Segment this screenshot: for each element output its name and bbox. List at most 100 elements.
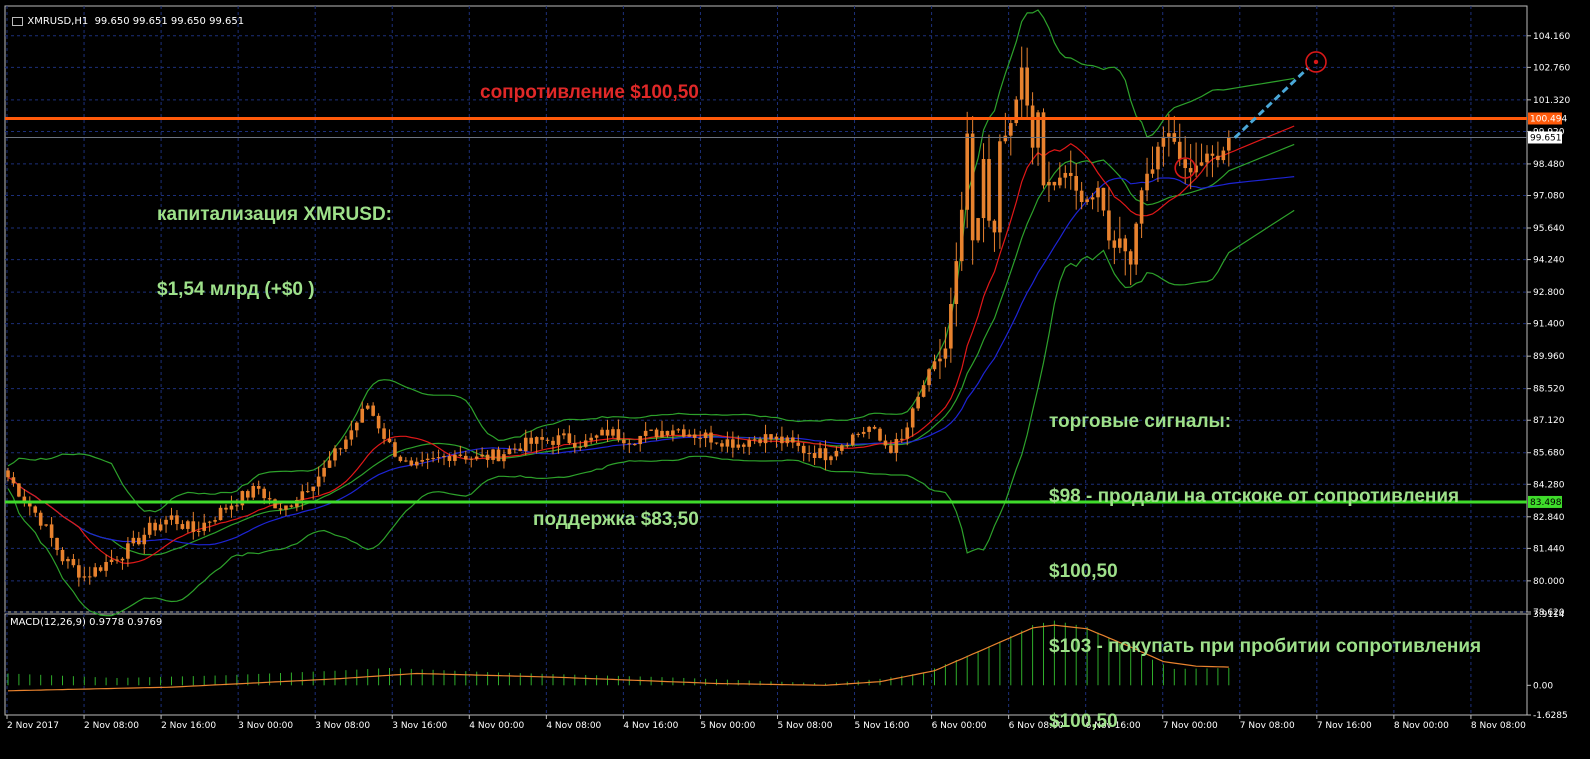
candle-body — [1058, 177, 1062, 186]
candle-body — [207, 521, 212, 523]
candle-body — [480, 454, 484, 457]
candle-body — [698, 437, 702, 439]
target-dot — [1313, 59, 1319, 65]
candle-body — [818, 448, 822, 458]
candle-body — [235, 505, 239, 507]
candle-body — [992, 220, 997, 233]
candle-body — [1128, 251, 1133, 265]
candle-body — [137, 537, 141, 545]
candle-body — [1161, 136, 1166, 147]
candle-body — [900, 438, 904, 440]
candle-body — [850, 434, 855, 446]
candle-body — [829, 456, 833, 461]
candle-body — [981, 159, 986, 219]
resistance-label: сопротивление $100,50 — [480, 82, 699, 103]
candle-body — [349, 430, 354, 440]
candle-body — [82, 576, 87, 578]
candle-body — [562, 433, 566, 436]
candle-body — [578, 446, 583, 448]
candle-body — [338, 448, 343, 450]
candle-body — [344, 439, 348, 449]
candle-body — [109, 559, 114, 562]
candle-body — [147, 522, 152, 535]
candle-body — [1041, 112, 1046, 186]
candle-body — [916, 396, 920, 409]
y-tick-label: 82.840 — [1533, 513, 1565, 523]
candle-body — [556, 435, 561, 445]
candle-body — [409, 460, 414, 466]
candle-body — [1139, 190, 1144, 224]
candle-body — [589, 437, 593, 441]
candle-body — [262, 488, 266, 499]
candle-body — [284, 505, 288, 510]
candle-body — [867, 426, 871, 432]
candle-body — [796, 442, 801, 446]
candle-body — [545, 439, 550, 441]
candle-body — [763, 434, 768, 444]
x-tick-label: 3 Nov 08:00 — [315, 721, 370, 731]
signal-sell: $98 - продали на отскоке от сопротивлени… — [1049, 486, 1460, 507]
y-tick-label: 102.760 — [1533, 63, 1570, 73]
candle-body — [965, 133, 969, 210]
candle-body — [682, 429, 686, 437]
y-tick-label: 80.000 — [1533, 577, 1565, 587]
candle-body — [300, 491, 305, 500]
candle-body — [153, 522, 157, 531]
x-tick-label: 5 Nov 16:00 — [855, 721, 910, 731]
candle-body — [1167, 133, 1171, 137]
signal-buy-level: $100,50 — [1049, 711, 1118, 732]
candle-body — [224, 507, 228, 510]
candle-body — [1118, 238, 1122, 248]
y-tick-label: 88.520 — [1533, 385, 1565, 395]
candle-body — [507, 448, 512, 455]
candle-body — [469, 458, 474, 460]
x-tick-label: 4 Nov 08:00 — [546, 721, 601, 731]
signals-title: торговые сигналы: — [1049, 411, 1232, 432]
candle-body — [355, 422, 359, 431]
candle-body — [567, 433, 572, 444]
candle-body — [752, 439, 757, 441]
candle-body — [927, 369, 931, 386]
candle-body — [1177, 141, 1182, 160]
chart-window-icon — [12, 16, 24, 26]
candle-body — [44, 524, 48, 526]
candle-body — [431, 457, 435, 459]
candle-body — [736, 444, 741, 448]
candle-body — [360, 408, 365, 423]
candle-body — [502, 454, 506, 462]
x-tick-label: 2 Nov 16:00 — [161, 721, 216, 731]
candle-body — [420, 460, 424, 462]
y-tick-label: 92.800 — [1533, 288, 1565, 298]
candle-body — [1063, 172, 1068, 178]
candle-body — [1112, 240, 1117, 248]
candle-body — [77, 565, 81, 578]
candle-body — [703, 432, 708, 439]
candle-body — [398, 456, 403, 462]
candle-body — [1221, 150, 1226, 161]
candle-body — [905, 427, 910, 439]
candle-body — [720, 443, 724, 447]
y-tick-label: 98.480 — [1533, 160, 1565, 170]
resistance-price-label: 100.494 — [1530, 114, 1567, 124]
candle-body — [1090, 197, 1095, 200]
candle-body — [785, 437, 790, 444]
candle-body — [71, 559, 76, 566]
candle-body — [889, 445, 893, 453]
signals-block: торговые сигналы: $98 - продали на отско… — [1049, 359, 1481, 759]
candle-body — [1216, 155, 1220, 161]
signal-buy: $103 - покупать при пробитии сопротивлен… — [1049, 636, 1482, 657]
candle-body — [970, 133, 975, 241]
candle-body — [976, 218, 980, 241]
x-tick-label: 2 Nov 2017 — [7, 721, 59, 731]
candle-body — [289, 505, 294, 507]
candle-body — [883, 440, 888, 446]
x-tick-label: 4 Nov 00:00 — [469, 721, 524, 731]
candle-body — [687, 434, 692, 437]
candle-body — [120, 558, 125, 561]
x-tick-label: 2 Nov 08:00 — [84, 721, 139, 731]
candle-body — [676, 429, 681, 431]
candle-body — [256, 485, 261, 489]
candle-body — [1025, 67, 1029, 106]
candle-body — [894, 438, 899, 453]
candle-body — [175, 515, 179, 525]
